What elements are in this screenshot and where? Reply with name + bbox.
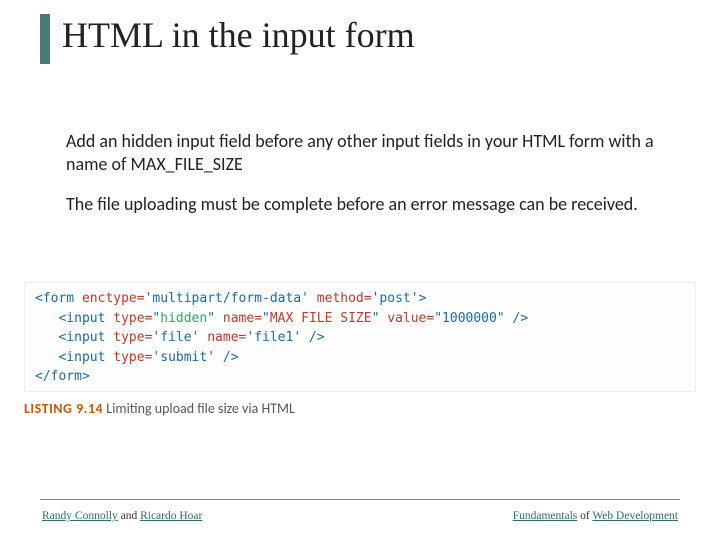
code-token: <input [58,330,105,345]
code-token: </form> [35,369,90,384]
code-token: 'submit' [152,350,215,365]
slide-title: HTML in the input form [62,14,415,56]
listing-number: LISTING 9.14 [24,400,103,417]
code-token: 'file1' [246,330,301,345]
code-token: <input [58,311,105,326]
code-token: /> [301,330,324,345]
listing-caption-text: Limiting upload file size via HTML [103,400,295,417]
code-token: 'multipart/form-data' [145,291,309,306]
author-2: Ricardo Hoar [140,510,202,522]
code-token: method= [309,291,372,306]
footer-divider [40,499,680,500]
code-token: <form [35,291,74,306]
accent-bar [40,14,50,64]
listing-caption: LISTING 9.14 Limiting upload file size v… [24,400,295,417]
code-token: 'file' [152,330,199,345]
code-token: enctype= [74,291,144,306]
code-listing: <form enctype='multipart/form-data' meth… [24,282,696,392]
code-token: <input [58,350,105,365]
footer-and: and [118,510,140,522]
footer-of: of [577,510,592,522]
code-highlight-hidden: hidden [160,311,207,326]
footer-authors: Randy Connolly and Ricardo Hoar [42,510,202,522]
code-token: /> [215,350,238,365]
code-token: 'post' [372,291,419,306]
book-word-1: Fundamentals [513,510,578,522]
code-token: " [262,311,270,326]
code-token: name= [199,330,246,345]
paragraph-1: Add an hidden input field before any oth… [66,130,654,175]
code-token: "1000000" [434,311,504,326]
author-1: Randy Connolly [42,510,118,522]
code-token: " [207,311,215,326]
footer-book-title: Fundamentals of Web Development [513,510,678,522]
code-token: value= [379,311,434,326]
code-token: type= [105,350,152,365]
code-highlight-maxfilesize: MAX FILE SIZE [270,311,372,326]
paragraph-2: The file uploading must be complete befo… [66,193,654,216]
code-token: /> [505,311,528,326]
code-token: type= [105,311,152,326]
code-token: type= [105,330,152,345]
book-word-2: Web Development [592,510,678,522]
code-token: > [419,291,427,306]
code-token: name= [215,311,262,326]
body-text: Add an hidden input field before any oth… [66,130,654,234]
